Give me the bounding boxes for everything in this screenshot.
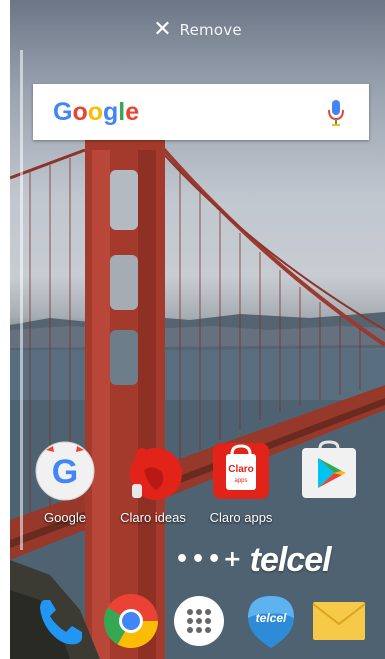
google-logo: Google	[53, 98, 139, 127]
dock: telcel	[10, 590, 385, 652]
app-drawer-icon[interactable]	[170, 592, 228, 650]
telcel-app-label: telcel	[256, 611, 287, 625]
app-claro-apps[interactable]: Claro apps Claro apps	[196, 440, 286, 525]
app-label-claro-ideas: Claro ideas	[120, 510, 186, 525]
microphone-icon[interactable]	[325, 98, 347, 128]
screen-left-edge	[0, 0, 10, 659]
wallpaper: ✕ Remove Google G Google Claro ideas Cla…	[10, 0, 385, 659]
home-screen: ✕ Remove Google G Google Claro ideas Cla…	[0, 0, 385, 659]
google-logo-text: Google	[53, 97, 140, 126]
app-claro-ideas[interactable]: Claro ideas	[108, 440, 198, 525]
telcel-dots: •••+	[175, 547, 244, 572]
app-label-claro-apps: Claro apps	[209, 510, 273, 525]
chrome-icon[interactable]	[102, 592, 160, 650]
remove-drop-target[interactable]: ✕ Remove	[10, 14, 385, 46]
email-icon[interactable]	[310, 592, 368, 650]
app-play-store[interactable]	[284, 440, 374, 510]
svg-text:G: G	[52, 453, 78, 491]
claro-apps-icon: Claro apps	[210, 440, 272, 502]
claro-badge-sub: apps	[234, 478, 247, 484]
app-google[interactable]: G Google	[20, 440, 110, 525]
telcel-brand-logo: •••+ telcel	[175, 540, 375, 580]
telcel-brand-text: telcel	[249, 540, 332, 579]
google-search-bar[interactable]: Google	[33, 84, 369, 140]
google-app-icon: G	[34, 440, 96, 502]
phone-icon[interactable]	[32, 592, 90, 650]
close-icon: ✕	[153, 17, 172, 42]
remove-label: Remove	[179, 21, 242, 39]
claro-badge-text: Claro	[228, 464, 254, 475]
app-label-google: Google	[44, 510, 86, 525]
telcel-app-icon[interactable]: telcel	[242, 592, 300, 650]
home-apps-row: G Google Claro ideas Claro apps Claro ap…	[20, 440, 375, 540]
claro-ideas-icon	[122, 440, 184, 502]
play-store-icon	[298, 440, 360, 502]
